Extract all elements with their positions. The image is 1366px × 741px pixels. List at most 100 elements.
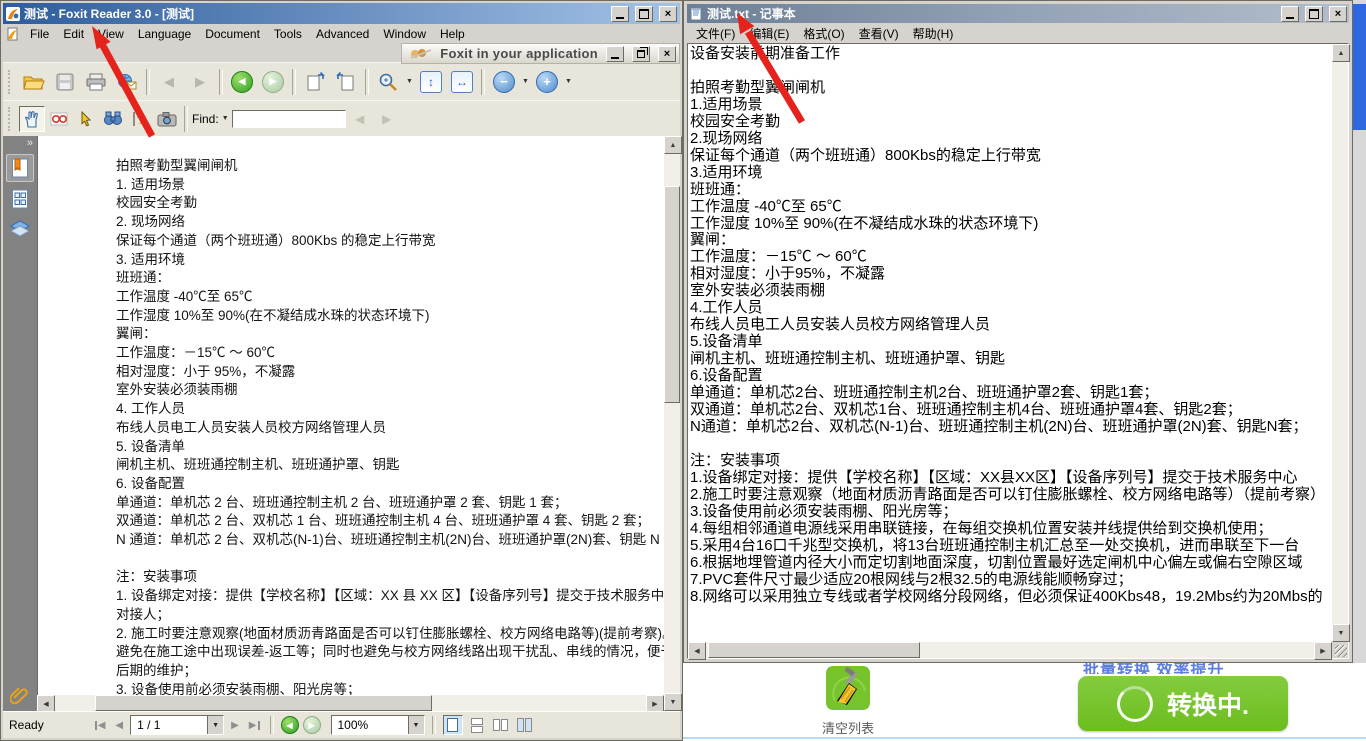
menu-view[interactable]: View [91,25,131,43]
zoom-in-dropdown[interactable]: ▼ [563,68,574,96]
scroll-up-icon[interactable]: ▲ [664,136,682,154]
select-text-button[interactable]: T [127,106,153,132]
zoom-level-combo[interactable]: 100% ▼ [331,715,425,735]
foxit-minimize-button[interactable] [611,6,629,22]
ad-banner-row: Foxit in your application × [3,43,680,62]
menu-language[interactable]: Language [131,25,198,43]
next-page-button[interactable]: ▶ [228,720,242,731]
single-page-layout-button[interactable] [443,715,463,735]
attachments-panel-button[interactable] [7,683,33,709]
bookmarks-panel-button[interactable] [6,154,34,182]
find-options-dropdown[interactable]: ▼ [220,109,231,129]
menu-tools[interactable]: Tools [267,25,309,43]
zoom-in-icon: + [536,71,558,93]
converter-panel: 清空列表 批量转换 效率提升 转换中. [683,663,1366,741]
menu-edit[interactable]: 编辑(E) [742,23,796,44]
foxit-vertical-scrollbar[interactable]: ▲ ▼ [664,136,680,711]
notepad-maximize-button[interactable] [1305,6,1323,22]
zoom-tool-dropdown[interactable]: ▼ [404,68,415,96]
menu-document[interactable]: Document [198,25,267,43]
scrollbar-thumb[interactable] [95,695,432,711]
scroll-left-icon[interactable]: ◀ [688,642,706,660]
continuous-facing-layout-button[interactable] [515,715,535,735]
caret-down-icon[interactable]: ▼ [207,716,223,734]
rotate-left-button[interactable] [331,67,361,97]
notepad-vertical-scrollbar[interactable]: ▲ ▼ [1332,44,1348,642]
layers-panel-button[interactable] [7,216,33,242]
search-button[interactable] [100,106,126,132]
find-input[interactable] [232,110,346,128]
ad-banner[interactable]: Foxit in your application × [401,43,680,64]
scroll-up-icon[interactable]: ▲ [1332,44,1350,62]
select-annotation-button[interactable] [73,106,99,132]
next-page-button[interactable]: ▶ [185,67,215,97]
child-close-button[interactable]: × [658,46,676,62]
zoom-out-dropdown[interactable]: ▼ [520,68,531,96]
foxit-title-bar[interactable]: 测试 - Foxit Reader 3.0 - [测试] × [3,3,680,24]
previous-page-button[interactable]: ◀ [154,67,184,97]
rotate-right-button[interactable] [300,67,330,97]
hand-tool-button[interactable] [19,106,45,132]
zoom-level-value: 100% [332,718,408,732]
page-number-combo[interactable]: 1 / 1 ▼ [130,715,224,735]
notepad-close-button[interactable]: × [1329,6,1347,22]
previous-view-button[interactable]: ◀ [227,67,257,97]
caret-down-icon[interactable]: ▼ [408,716,424,734]
scrollbar-thumb[interactable] [664,186,680,403]
menu-edit[interactable]: Edit [56,25,91,43]
previous-page-button[interactable]: ◀ [112,720,126,731]
snapshot-button[interactable] [154,106,180,132]
notepad-horizontal-scrollbar[interactable]: ◀ ▶ [688,642,1332,658]
next-view-button[interactable]: ▶ [258,67,288,97]
menu-help[interactable]: Help [433,25,472,43]
scroll-right-icon[interactable]: ▶ [1314,642,1332,660]
print-button[interactable] [81,67,111,97]
first-page-button[interactable]: ◀ [92,720,109,731]
next-view-button[interactable]: ▶ [303,716,321,734]
child-minimize-button[interactable] [606,46,624,62]
scroll-down-icon[interactable]: ▼ [1332,624,1350,642]
previous-view-button[interactable]: ◀ [281,716,299,734]
menu-help[interactable]: 帮助(H) [906,23,961,44]
foxit-horizontal-scrollbar[interactable]: ◀ ▶ [37,695,664,711]
menu-file[interactable]: 文件(F) [689,23,742,44]
open-button[interactable] [19,67,49,97]
find-next-button[interactable]: ▶ [374,106,400,132]
foxit-close-button[interactable]: × [659,6,677,22]
converting-button[interactable]: 转换中. [1078,676,1288,731]
scrollbar-thumb[interactable] [708,642,920,658]
reading-glasses-button[interactable] [46,106,72,132]
menu-advanced[interactable]: Advanced [309,25,376,43]
foxit-menu-bar: File Edit View Language Document Tools A… [3,24,680,43]
menu-format[interactable]: 格式(O) [796,23,851,44]
zoom-in-button[interactable]: + [532,67,562,97]
continuous-layout-button[interactable] [467,715,487,735]
email-button[interactable] [112,67,142,97]
menu-window[interactable]: Window [376,25,433,43]
facing-layout-button[interactable] [491,715,511,735]
last-page-button[interactable]: ▶ [246,720,263,731]
resize-grip[interactable] [1332,642,1348,658]
pdf-page[interactable]: 拍照考勤型翼闸闸机 1. 适用场景 校园安全考勤 2. 现场网络 保证每个通道（… [37,136,664,695]
rotate-left-icon [336,72,356,92]
zoom-tool-button[interactable] [373,67,403,97]
menu-file[interactable]: File [23,25,56,43]
save-button[interactable] [50,67,80,97]
fit-page-button[interactable]: ↕ [416,67,446,97]
zoom-out-button[interactable]: − [489,67,519,97]
rotate-right-icon [305,72,325,92]
fit-width-button[interactable]: ↔ [447,67,477,97]
child-restore-button[interactable] [632,46,650,62]
notepad-text-area[interactable]: 设备安装前期准备工作 拍照考勤型翼闸闸机 1.适用场景 校园安全考勤 2.现场网… [688,44,1332,642]
notepad-text-content: 设备安装前期准备工作 拍照考勤型翼闸闸机 1.适用场景 校园安全考勤 2.现场网… [690,46,1325,605]
sidebar-collapse-button[interactable]: » [3,136,37,150]
clear-list-label: 清空列表 [813,718,883,737]
clear-list-button[interactable]: 清空列表 [813,665,883,737]
notepad-minimize-button[interactable] [1281,6,1299,22]
notepad-title-bar[interactable]: 测试.txt - 记事本 × [687,4,1349,23]
find-previous-button[interactable]: ◀ [347,106,373,132]
menu-view[interactable]: 查看(V) [852,23,906,44]
foxit-maximize-button[interactable] [635,6,653,22]
pages-panel-button[interactable] [7,186,33,212]
scroll-down-icon[interactable]: ▼ [664,693,682,711]
